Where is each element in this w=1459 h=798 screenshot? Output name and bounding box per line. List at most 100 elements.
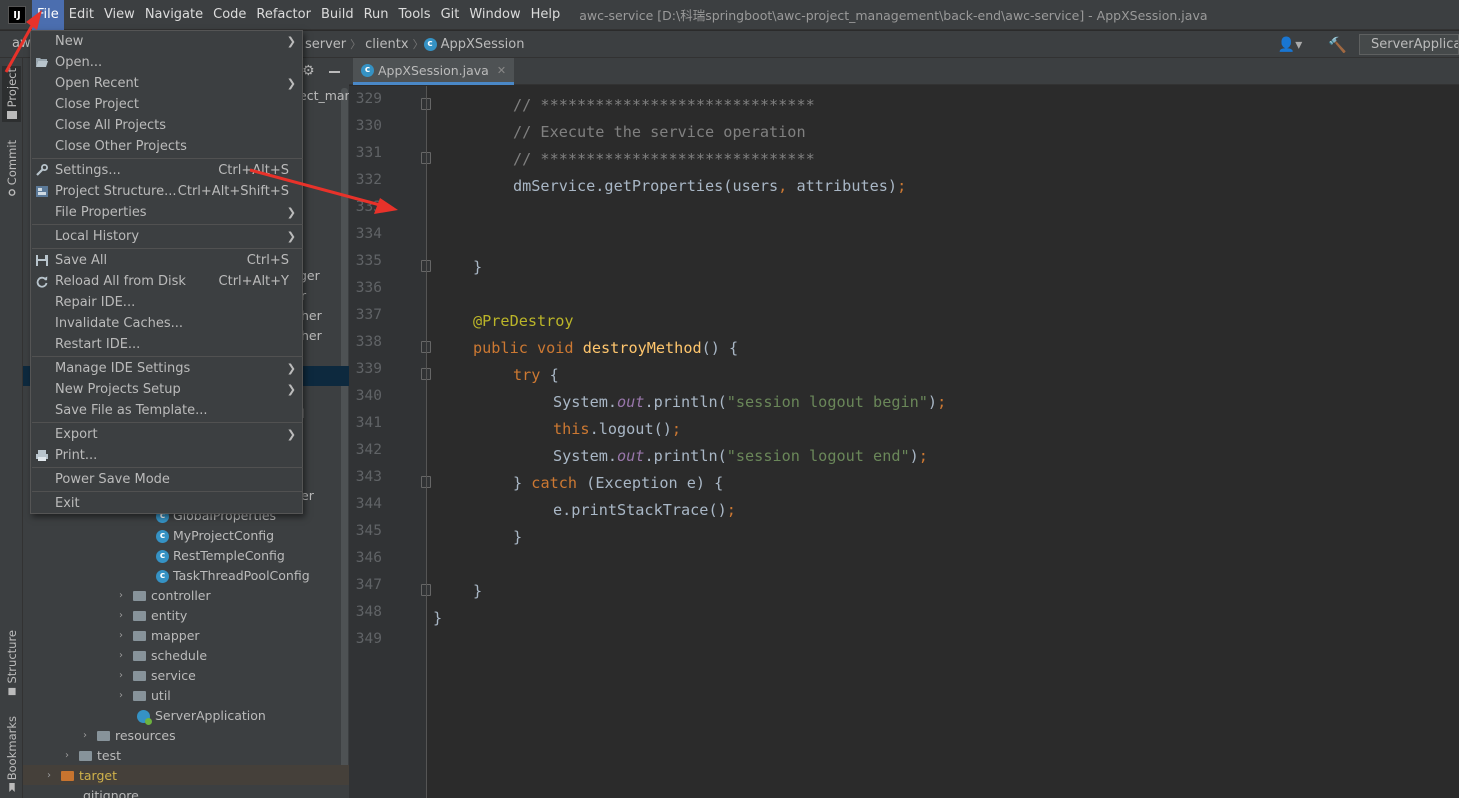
tree-item-entity[interactable]: › entity xyxy=(119,606,187,626)
tool-tab-bookmarks[interactable]: Bookmarks xyxy=(2,716,21,793)
code-token: System. xyxy=(553,447,618,465)
build-hammer-icon[interactable]: 🔨 xyxy=(1328,36,1347,54)
menu-item-project-structure[interactable]: Project Structure... Ctrl+Alt+Shift+S xyxy=(31,181,302,202)
tree-item-resources[interactable]: › resources xyxy=(83,726,176,746)
tool-tab-bookmarks-label: Bookmarks xyxy=(4,716,19,781)
menu-item-new[interactable]: New ❯ xyxy=(31,31,302,52)
menu-item-close-all-projects[interactable]: Close All Projects xyxy=(31,115,302,136)
tree-item-resttempleconfig[interactable]: c RestTempleConfig xyxy=(156,546,285,566)
menu-item-manage-ide-settings[interactable]: Manage IDE Settings ❯ xyxy=(31,358,302,379)
menu-item-new-projects-setup[interactable]: New Projects Setup ❯ xyxy=(31,379,302,400)
line-number: 346 xyxy=(355,550,382,566)
menu-code[interactable]: Code xyxy=(208,0,251,30)
menu-navigate[interactable]: Navigate xyxy=(140,0,208,30)
save-disk-icon xyxy=(36,255,48,266)
code-area[interactable]: // ****************************** // Exe… xyxy=(433,86,1453,798)
project-panel-scrollbar[interactable] xyxy=(341,88,348,768)
chevron-right-icon[interactable]: › xyxy=(119,606,133,626)
line-number: 344 xyxy=(355,496,382,512)
menu-item-export[interactable]: Export ❯ xyxy=(31,424,302,445)
class-icon: c xyxy=(156,549,169,563)
menu-separator xyxy=(32,158,303,159)
class-icon: c xyxy=(156,529,169,543)
chevron-right-icon[interactable]: › xyxy=(119,586,133,606)
chevron-right-icon[interactable]: › xyxy=(83,726,97,746)
minimize-icon[interactable] xyxy=(329,71,340,73)
tree-item-gitignore[interactable]: .gitignore xyxy=(65,786,139,798)
menu-item-close-other-projects[interactable]: Close Other Projects xyxy=(31,136,302,157)
menu-edit[interactable]: Edit xyxy=(64,0,99,30)
line-number: 329 xyxy=(355,91,382,107)
tree-item-service[interactable]: › service xyxy=(119,666,196,686)
menu-item-local-history[interactable]: Local History ❯ xyxy=(31,226,302,247)
tree-item-myprojectconfig[interactable]: c MyProjectConfig xyxy=(156,526,274,546)
chevron-right-icon[interactable]: › xyxy=(119,666,133,686)
menu-item-close-project[interactable]: Close Project xyxy=(31,94,302,115)
tool-tab-project[interactable]: Project xyxy=(2,66,21,123)
package-folder-icon xyxy=(133,631,146,641)
tree-item-serverapplication[interactable]: ServerApplication xyxy=(137,706,266,726)
menu-git[interactable]: Git xyxy=(436,0,465,30)
breadcrumb-server[interactable]: server xyxy=(301,37,350,52)
menu-item-power-save-mode[interactable]: Power Save Mode xyxy=(31,469,302,490)
line-number: 333 xyxy=(355,199,382,215)
menu-window[interactable]: Window xyxy=(464,0,525,30)
menu-tools[interactable]: Tools xyxy=(394,0,436,30)
menu-view[interactable]: View xyxy=(99,0,140,30)
menu-file[interactable]: File xyxy=(32,0,64,30)
tree-item-util[interactable]: › util xyxy=(119,686,171,706)
tree-fragment: her xyxy=(301,308,322,323)
class-icon: c xyxy=(361,63,374,77)
breadcrumb-project[interactable]: aw xyxy=(12,36,31,51)
tree-item-taskthreadpoolconfig[interactable]: c TaskThreadPoolConfig xyxy=(156,566,310,586)
menu-item-save-file-as-template[interactable]: Save File as Template... xyxy=(31,400,302,421)
menu-item-print[interactable]: Print... xyxy=(31,445,302,466)
tree-item-mapper[interactable]: › mapper xyxy=(119,626,200,646)
gear-icon[interactable]: ⚙ xyxy=(302,63,315,79)
menu-item-file-properties[interactable]: File Properties ❯ xyxy=(31,202,302,223)
menu-item-settings[interactable]: Settings... Ctrl+Alt+S xyxy=(31,160,302,181)
chevron-right-icon[interactable]: › xyxy=(119,646,133,666)
tree-item-label: service xyxy=(151,668,196,683)
folder-icon xyxy=(6,111,17,120)
menu-refactor[interactable]: Refactor xyxy=(251,0,316,30)
menu-item-reload-all[interactable]: Reload All from Disk Ctrl+Alt+Y xyxy=(31,271,302,292)
code-token: System. xyxy=(553,393,618,411)
intellij-logo-icon[interactable]: IJ xyxy=(8,5,26,24)
chevron-right-icon[interactable]: › xyxy=(119,686,133,706)
chevron-right-icon[interactable]: › xyxy=(47,766,61,786)
tree-item-label: test xyxy=(97,748,122,763)
tree-item-controller[interactable]: › controller xyxy=(119,586,211,606)
folder-icon xyxy=(79,751,92,761)
code-token: .logout() xyxy=(589,420,672,438)
tree-item-test[interactable]: › test xyxy=(65,746,121,766)
menu-run[interactable]: Run xyxy=(359,0,394,30)
run-configuration-selector[interactable]: ServerApplication xyxy=(1359,34,1459,55)
chevron-right-icon[interactable]: › xyxy=(65,746,79,766)
user-icon[interactable]: 👤▾ xyxy=(1278,37,1302,53)
breadcrumb-appxsession[interactable]: AppXSession xyxy=(441,37,529,52)
menu-item-save-all[interactable]: Save All Ctrl+S xyxy=(31,250,302,271)
menu-item-open[interactable]: Open... xyxy=(31,52,302,73)
tool-tab-commit[interactable]: Commit xyxy=(2,140,21,197)
menu-item-open-recent[interactable]: Open Recent ❯ xyxy=(31,73,302,94)
menu-item-repair-ide[interactable]: Repair IDE... xyxy=(31,292,302,313)
code-line-342: System.out.println("session logout end")… xyxy=(553,443,928,470)
project-structure-icon xyxy=(36,186,48,197)
code-line-335: } xyxy=(473,258,483,276)
tool-tab-structure[interactable]: Structure xyxy=(2,630,21,696)
code-line-341: this.logout(); xyxy=(553,416,681,443)
menu-help[interactable]: Help xyxy=(526,0,566,30)
editor-tab-appxsession[interactable]: c AppXSession.java ✕ xyxy=(353,58,515,85)
tree-item-schedule[interactable]: › schedule xyxy=(119,646,207,666)
printer-icon xyxy=(36,450,48,461)
tree-item-target[interactable]: › target xyxy=(47,766,117,786)
chevron-right-icon[interactable]: › xyxy=(119,626,133,646)
breadcrumb-clientx[interactable]: clientx xyxy=(361,37,412,52)
menu-build[interactable]: Build xyxy=(316,0,359,30)
menu-item-exit[interactable]: Exit xyxy=(31,493,302,514)
menu-item-invalidate-caches[interactable]: Invalidate Caches... xyxy=(31,313,302,334)
menu-item-restart-ide[interactable]: Restart IDE... xyxy=(31,334,302,355)
code-token: (Exception e) { xyxy=(586,474,724,492)
close-icon[interactable]: ✕ xyxy=(497,64,506,77)
